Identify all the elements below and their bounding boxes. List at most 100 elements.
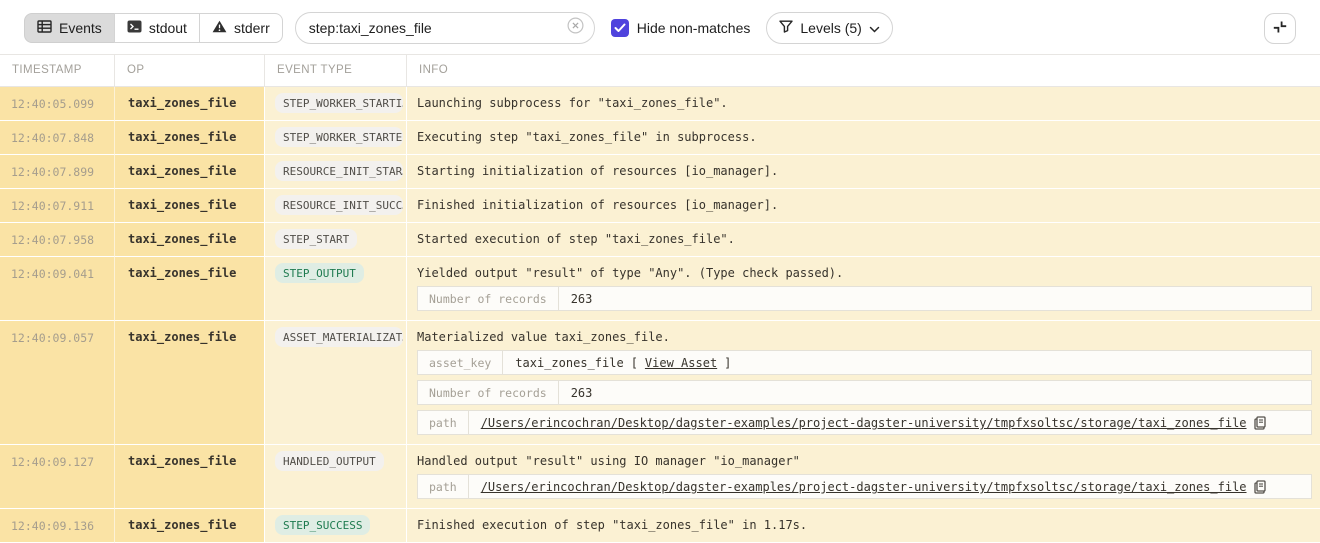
metadata-label: Number of records bbox=[418, 381, 559, 404]
timestamp-cell: 12:40:09.136 bbox=[0, 509, 115, 543]
metadata-value: taxi_zones_file [ View Asset] bbox=[503, 351, 743, 374]
info-message: Started execution of step "taxi_zones_fi… bbox=[417, 231, 1312, 247]
info-cell: Finished execution of step "taxi_zones_f… bbox=[407, 509, 1320, 543]
timestamp-cell: 12:40:07.848 bbox=[0, 121, 115, 155]
header-event-type: EVENT TYPE bbox=[265, 55, 407, 86]
path-link[interactable]: /Users/erincochran/Desktop/dagster-examp… bbox=[481, 480, 1247, 494]
info-cell: Launching subprocess for "taxi_zones_fil… bbox=[407, 87, 1320, 121]
metadata-label: Number of records bbox=[418, 287, 559, 310]
header-info: INFO bbox=[407, 55, 1320, 86]
event-type-cell: ASSET_MATERIALIZAT… bbox=[265, 321, 407, 445]
tab-stdout-label: stdout bbox=[149, 20, 187, 36]
op-cell: taxi_zones_file bbox=[115, 257, 265, 321]
event-type-tag: HANDLED_OUTPUT bbox=[275, 451, 384, 471]
info-message: Yielded output "result" of type "Any". (… bbox=[417, 265, 1312, 281]
copy-icon[interactable] bbox=[1254, 480, 1267, 494]
search-input[interactable] bbox=[309, 20, 567, 36]
filter-icon bbox=[779, 20, 793, 36]
table-row: 12:40:09.057taxi_zones_fileASSET_MATERIA… bbox=[0, 321, 1320, 445]
op-cell: taxi_zones_file bbox=[115, 509, 265, 543]
event-type-tag: ASSET_MATERIALIZAT… bbox=[275, 327, 403, 347]
view-asset-bracket: ] bbox=[724, 356, 731, 370]
metadata-table: Number of records 263 bbox=[417, 380, 1312, 405]
path-link[interactable]: /Users/erincochran/Desktop/dagster-examp… bbox=[481, 416, 1247, 430]
event-type-tag: STEP_WORKER_STARTED bbox=[275, 127, 403, 147]
op-cell: taxi_zones_file bbox=[115, 321, 265, 445]
event-type-tag: STEP_SUCCESS bbox=[275, 515, 370, 535]
table-row: 12:40:07.911taxi_zones_fileRESOURCE_INIT… bbox=[0, 189, 1320, 223]
event-type-cell: HANDLED_OUTPUT bbox=[265, 445, 407, 509]
info-cell: Started execution of step "taxi_zones_fi… bbox=[407, 223, 1320, 257]
info-cell: Handled output "result" using IO manager… bbox=[407, 445, 1320, 509]
metadata-table: Number of records 263 bbox=[417, 286, 1312, 311]
event-type-tag: STEP_START bbox=[275, 229, 357, 249]
info-message: Finished initialization of resources [io… bbox=[417, 197, 1312, 213]
op-cell: taxi_zones_file bbox=[115, 121, 265, 155]
collapse-panel-button[interactable] bbox=[1264, 13, 1296, 44]
metadata-value: 263 bbox=[559, 381, 605, 404]
tab-events[interactable]: Events bbox=[24, 13, 115, 43]
info-message: Launching subprocess for "taxi_zones_fil… bbox=[417, 95, 1312, 111]
metadata-label: path bbox=[418, 411, 469, 434]
timestamp-cell: 12:40:09.041 bbox=[0, 257, 115, 321]
timestamp-cell: 12:40:07.899 bbox=[0, 155, 115, 189]
view-asset-bracket: [ bbox=[631, 356, 638, 370]
info-cell: Finished initialization of resources [io… bbox=[407, 189, 1320, 223]
timestamp-cell: 12:40:09.127 bbox=[0, 445, 115, 509]
table-row: 12:40:05.099taxi_zones_file STEP_WORKER_S… bbox=[0, 87, 1320, 121]
info-message: Starting initialization of resources [io… bbox=[417, 163, 1312, 179]
event-type-cell: STEP_START bbox=[265, 223, 407, 257]
op-cell: taxi_zones_file bbox=[115, 445, 265, 509]
view-asset-link[interactable]: View Asset bbox=[645, 356, 717, 370]
warning-icon bbox=[212, 20, 227, 36]
info-message: Finished execution of step "taxi_zones_f… bbox=[417, 517, 1312, 533]
levels-filter-button[interactable]: Levels (5) bbox=[766, 12, 892, 44]
timestamp-cell: 12:40:05.099 bbox=[0, 87, 115, 121]
terminal-icon bbox=[127, 20, 142, 36]
collapse-icon bbox=[1273, 20, 1287, 37]
log-filter-searchbox bbox=[295, 12, 595, 44]
tab-stdout[interactable]: stdout bbox=[114, 13, 200, 43]
timestamp-cell: 12:40:09.057 bbox=[0, 321, 115, 445]
table-row: 12:40:09.136taxi_zones_file STEP_SUCCESS F… bbox=[0, 509, 1320, 543]
metadata-value: /Users/erincochran/Desktop/dagster-examp… bbox=[469, 475, 1279, 498]
hide-non-matches-checkbox[interactable] bbox=[611, 19, 629, 37]
table-row: 12:40:07.848taxi_zones_file STEP_WORKER_S… bbox=[0, 121, 1320, 155]
hide-non-matches-control: Hide non-matches bbox=[611, 19, 751, 37]
header-op: OP bbox=[115, 55, 265, 86]
tab-stderr[interactable]: stderr bbox=[199, 13, 283, 43]
metadata-label: path bbox=[418, 475, 469, 498]
levels-button-label: Levels (5) bbox=[800, 20, 861, 36]
info-message: Executing step "taxi_zones_file" in subp… bbox=[417, 129, 1312, 145]
info-cell: Starting initialization of resources [io… bbox=[407, 155, 1320, 189]
metadata-table: path/Users/erincochran/Desktop/dagster-e… bbox=[417, 474, 1312, 499]
metadata-value: 263 bbox=[559, 287, 605, 310]
chevron-down-icon bbox=[869, 20, 880, 36]
metadata-value-text: 263 bbox=[571, 386, 593, 400]
table-row: 12:40:09.127taxi_zones_file HANDLED_OUTPU… bbox=[0, 445, 1320, 509]
event-type-tag: STEP_OUTPUT bbox=[275, 263, 364, 283]
info-message: Handled output "result" using IO manager… bbox=[417, 453, 1312, 469]
metadata-value: /Users/erincochran/Desktop/dagster-examp… bbox=[469, 411, 1279, 434]
op-cell: taxi_zones_file bbox=[115, 87, 265, 121]
event-type-cell: RESOURCE_INIT_STAR… bbox=[265, 155, 407, 189]
metadata-value-text: 263 bbox=[571, 292, 593, 306]
event-type-cell: STEP_WORKER_STARTI… bbox=[265, 87, 407, 121]
info-cell: Executing step "taxi_zones_file" in subp… bbox=[407, 121, 1320, 155]
metadata-value-text: taxi_zones_file bbox=[515, 356, 623, 370]
copy-icon[interactable] bbox=[1254, 416, 1267, 430]
event-type-cell: STEP_SUCCESS bbox=[265, 509, 407, 543]
event-type-cell: RESOURCE_INIT_SUCC… bbox=[265, 189, 407, 223]
event-type-cell: STEP_WORKER_STARTED bbox=[265, 121, 407, 155]
clear-search-icon[interactable] bbox=[567, 17, 584, 39]
tab-events-label: Events bbox=[59, 20, 102, 36]
log-view-tabs: Events stdout stderr bbox=[24, 13, 283, 43]
event-type-tag: STEP_WORKER_STARTI… bbox=[275, 93, 403, 113]
table-row: 12:40:07.958taxi_zones_fileSTEP_STARTSta… bbox=[0, 223, 1320, 257]
log-toolbar: Events stdout stderr Hide non-matches bbox=[0, 0, 1320, 54]
table-row: 12:40:07.899taxi_zones_fileRESOURCE_INIT… bbox=[0, 155, 1320, 189]
op-cell: taxi_zones_file bbox=[115, 155, 265, 189]
info-cell: Yielded output "result" of type "Any". (… bbox=[407, 257, 1320, 321]
metadata-label: asset_key bbox=[418, 351, 503, 374]
timestamp-cell: 12:40:07.958 bbox=[0, 223, 115, 257]
